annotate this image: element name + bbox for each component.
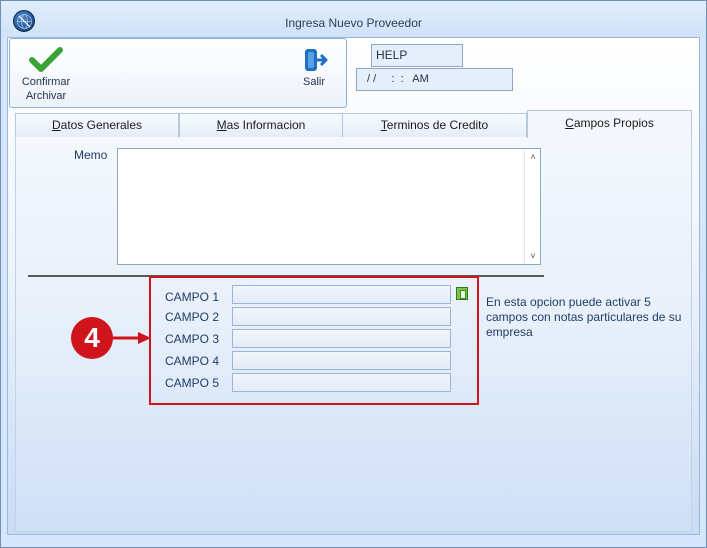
main-window: Ingresa Nuevo Proveedor Confirmar Archiv… bbox=[0, 0, 707, 548]
tab-mas-informacion-label: as Informacion bbox=[226, 118, 306, 132]
campo-2-input[interactable] bbox=[232, 307, 451, 326]
tab-terminos-de-credito[interactable]: Terminos de Credito bbox=[342, 113, 527, 137]
campos-help-note: En esta opcion puede activar 5 campos co… bbox=[486, 295, 682, 339]
tab-campos-propios-mnemonic: C bbox=[565, 116, 574, 130]
tab-mas-informacion-mnemonic: M bbox=[216, 118, 227, 132]
campo-3-input[interactable] bbox=[232, 329, 451, 348]
tab-datos-generales-mnemonic: D bbox=[51, 118, 61, 132]
memo-textarea[interactable]: ˄ ˅ bbox=[117, 148, 541, 265]
window-title: Ingresa Nuevo Proveedor bbox=[285, 16, 422, 30]
campo-1-input[interactable] bbox=[232, 285, 451, 304]
title-bar: Ingresa Nuevo Proveedor bbox=[1, 1, 706, 37]
tab-datos-generales-label: atos Generales bbox=[60, 118, 143, 132]
tab-datos-generales[interactable]: Datos Generales bbox=[15, 113, 179, 137]
tab-campos-propios[interactable]: Campos Propios bbox=[527, 110, 692, 138]
confirm-label-line1: Confirmar bbox=[21, 76, 71, 88]
campo-4-input[interactable] bbox=[232, 351, 451, 370]
datetime-field: / / : : AM bbox=[356, 68, 513, 91]
help-field[interactable]: HELP bbox=[371, 44, 463, 67]
memo-scrollbar[interactable]: ˄ ˅ bbox=[524, 149, 540, 264]
form-client-area: Confirmar Archivar Salir HELP / / : : AM… bbox=[7, 37, 700, 535]
campo-4-label: CAMPO 4 bbox=[165, 354, 220, 368]
campo-5-label: CAMPO 5 bbox=[165, 376, 220, 390]
memo-label: Memo bbox=[74, 148, 108, 162]
scroll-down-icon[interactable]: ˅ bbox=[528, 251, 538, 261]
tab-campos-propios-label: ampos Propios bbox=[573, 116, 654, 130]
step-number-badge: 4 bbox=[71, 317, 113, 359]
green-notes-icon[interactable] bbox=[456, 287, 468, 300]
pointer-arrow-icon bbox=[110, 332, 151, 344]
confirm-archive-button[interactable]: Confirmar Archivar bbox=[18, 45, 74, 105]
toolbar: Confirmar Archivar Salir bbox=[9, 38, 347, 108]
checkmark-icon bbox=[29, 47, 63, 72]
tab-strip: Datos Generales Mas Informacion Terminos… bbox=[15, 110, 692, 138]
campos-propios-panel: Memo ˄ ˅ CAMPO 1 CAMPO 2 CAMPO 3 CAMPO 4… bbox=[15, 137, 692, 532]
tab-mas-informacion[interactable]: Mas Informacion bbox=[179, 113, 343, 137]
exit-button[interactable]: Salir bbox=[294, 45, 334, 95]
campo-5-input[interactable] bbox=[232, 373, 451, 392]
confirm-label-line2: Archivar bbox=[25, 90, 67, 102]
campo-1-label: CAMPO 1 bbox=[165, 290, 220, 304]
exit-door-icon bbox=[305, 49, 328, 71]
campo-2-label: CAMPO 2 bbox=[165, 310, 220, 324]
campo-3-label: CAMPO 3 bbox=[165, 332, 220, 346]
scroll-up-icon[interactable]: ˄ bbox=[528, 152, 538, 162]
exit-label: Salir bbox=[302, 76, 325, 88]
tab-terminos-label: erminos de Credito bbox=[386, 118, 489, 132]
